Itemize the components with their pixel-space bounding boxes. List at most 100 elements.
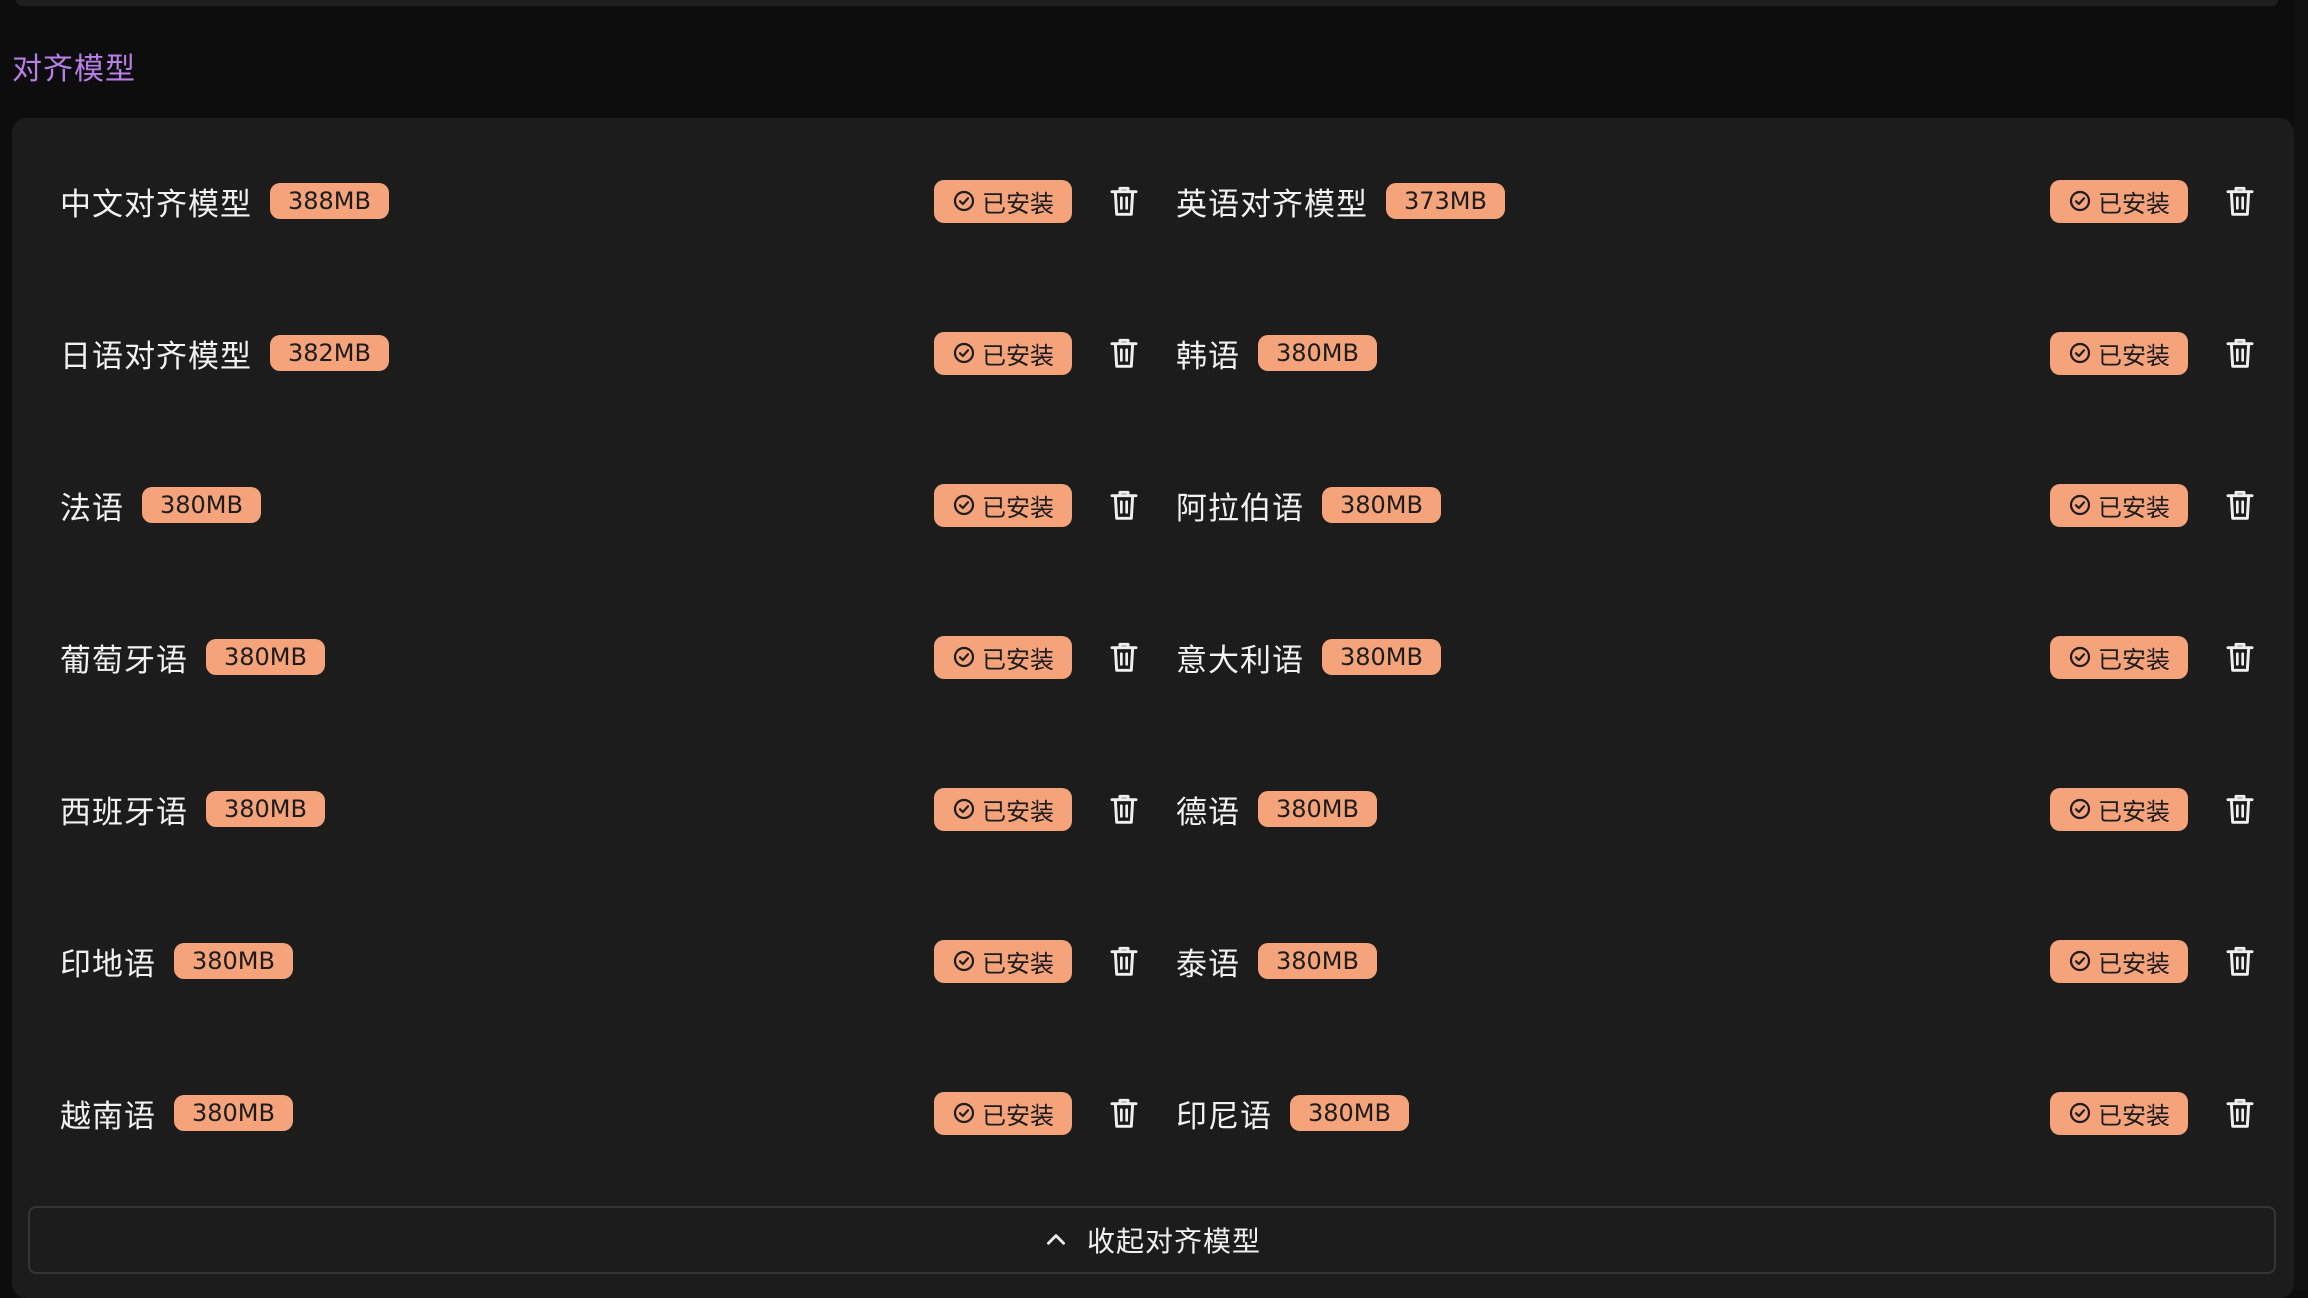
model-name: 中文对齐模型 <box>60 186 252 223</box>
check-circle-icon <box>953 494 975 516</box>
check-circle-icon <box>2069 798 2091 820</box>
model-size-badge: 380MB <box>142 487 261 523</box>
installed-status-badge: 已安装 <box>2050 939 2188 983</box>
model-row-7: 意大利语 380MB 已安装 <box>1176 624 2256 776</box>
previous-section-edge <box>16 0 2278 6</box>
installed-status-label: 已安装 <box>2098 341 2170 370</box>
model-name: 德语 <box>1176 794 1240 831</box>
installed-status-label: 已安装 <box>982 341 1054 370</box>
check-circle-icon <box>2069 190 2091 212</box>
installed-status-label: 已安装 <box>982 189 1054 218</box>
model-name: 意大利语 <box>1176 642 1304 679</box>
model-size-badge: 380MB <box>206 639 325 675</box>
model-row-1: 英语对齐模型 373MB 已安装 <box>1176 168 2256 320</box>
installed-status-label: 已安装 <box>2098 645 2170 674</box>
delete-model-trash-icon[interactable] <box>1108 183 1140 219</box>
model-row-8: 西班牙语 380MB 已安装 <box>60 776 1140 928</box>
installed-status-badge: 已安装 <box>934 331 1072 375</box>
model-name: 西班牙语 <box>60 794 188 831</box>
delete-model-trash-icon[interactable] <box>2224 943 2256 979</box>
check-circle-icon <box>953 798 975 820</box>
scrollbar[interactable] <box>2294 0 2308 1290</box>
installed-status-label: 已安装 <box>2098 493 2170 522</box>
installed-status-label: 已安装 <box>2098 949 2170 978</box>
delete-model-trash-icon[interactable] <box>2224 1095 2256 1131</box>
model-row-10: 印地语 380MB 已安装 <box>60 928 1140 1080</box>
check-circle-icon <box>2069 1102 2091 1124</box>
model-name: 日语对齐模型 <box>60 338 252 375</box>
check-circle-icon <box>953 342 975 364</box>
check-circle-icon <box>953 1102 975 1124</box>
installed-status-label: 已安装 <box>982 493 1054 522</box>
installed-status-label: 已安装 <box>2098 189 2170 218</box>
model-row-3: 韩语 380MB 已安装 <box>1176 320 2256 472</box>
installed-status-badge: 已安装 <box>2050 635 2188 679</box>
installed-status-label: 已安装 <box>982 645 1054 674</box>
models-grid: 中文对齐模型 388MB 已安装 英语对齐模型 373MB 已安装 日语对齐模型… <box>60 168 2256 1232</box>
installed-status-badge: 已安装 <box>2050 787 2188 831</box>
installed-status-badge: 已安装 <box>934 635 1072 679</box>
delete-model-trash-icon[interactable] <box>2224 639 2256 675</box>
model-row-9: 德语 380MB 已安装 <box>1176 776 2256 928</box>
model-row-6: 葡萄牙语 380MB 已安装 <box>60 624 1140 776</box>
delete-model-trash-icon[interactable] <box>1108 791 1140 827</box>
model-name: 法语 <box>60 490 124 527</box>
section-title: 对齐模型 <box>12 52 136 87</box>
model-size-badge: 380MB <box>206 791 325 827</box>
installed-status-label: 已安装 <box>2098 797 2170 826</box>
installed-status-badge: 已安装 <box>934 939 1072 983</box>
model-row-2: 日语对齐模型 382MB 已安装 <box>60 320 1140 472</box>
installed-status-badge: 已安装 <box>934 787 1072 831</box>
model-size-badge: 380MB <box>174 943 293 979</box>
model-row-0: 中文对齐模型 388MB 已安装 <box>60 168 1140 320</box>
model-row-4: 法语 380MB 已安装 <box>60 472 1140 624</box>
model-size-badge: 380MB <box>1290 1095 1409 1131</box>
model-name: 印地语 <box>60 946 156 983</box>
model-row-11: 泰语 380MB 已安装 <box>1176 928 2256 1080</box>
installed-status-badge: 已安装 <box>2050 179 2188 223</box>
installed-status-badge: 已安装 <box>934 1091 1072 1135</box>
installed-status-label: 已安装 <box>982 797 1054 826</box>
check-circle-icon <box>2069 494 2091 516</box>
delete-model-trash-icon[interactable] <box>2224 791 2256 827</box>
model-name: 韩语 <box>1176 338 1240 375</box>
delete-model-trash-icon[interactable] <box>1108 487 1140 523</box>
model-size-badge: 380MB <box>1322 487 1441 523</box>
check-circle-icon <box>953 190 975 212</box>
delete-model-trash-icon[interactable] <box>1108 1095 1140 1131</box>
installed-status-badge: 已安装 <box>934 483 1072 527</box>
model-size-badge: 380MB <box>1258 791 1377 827</box>
installed-status-badge: 已安装 <box>934 179 1072 223</box>
installed-status-badge: 已安装 <box>2050 331 2188 375</box>
delete-model-trash-icon[interactable] <box>1108 335 1140 371</box>
installed-status-label: 已安装 <box>982 949 1054 978</box>
model-name: 葡萄牙语 <box>60 642 188 679</box>
installed-status-label: 已安装 <box>2098 1101 2170 1130</box>
delete-model-trash-icon[interactable] <box>2224 335 2256 371</box>
installed-status-label: 已安装 <box>982 1101 1054 1130</box>
check-circle-icon <box>953 950 975 972</box>
model-name: 印尼语 <box>1176 1098 1272 1135</box>
check-circle-icon <box>2069 342 2091 364</box>
delete-model-trash-icon[interactable] <box>2224 487 2256 523</box>
model-size-badge: 373MB <box>1386 183 1505 219</box>
model-size-badge: 380MB <box>1322 639 1441 675</box>
check-circle-icon <box>953 646 975 668</box>
model-name: 泰语 <box>1176 946 1240 983</box>
check-circle-icon <box>2069 646 2091 668</box>
model-name: 阿拉伯语 <box>1176 490 1304 527</box>
check-circle-icon <box>2069 950 2091 972</box>
model-row-5: 阿拉伯语 380MB 已安装 <box>1176 472 2256 624</box>
chevron-up-icon <box>1046 1234 1065 1245</box>
alignment-models-panel: 中文对齐模型 388MB 已安装 英语对齐模型 373MB 已安装 日语对齐模型… <box>12 118 2294 1298</box>
delete-model-trash-icon[interactable] <box>1108 943 1140 979</box>
model-name: 英语对齐模型 <box>1176 186 1368 223</box>
delete-model-trash-icon[interactable] <box>1108 639 1140 675</box>
model-size-badge: 380MB <box>1258 335 1377 371</box>
collapse-button-label: 收起对齐模型 <box>1086 1225 1261 1258</box>
collapse-alignment-models-button[interactable]: 收起对齐模型 <box>28 1206 2276 1274</box>
delete-model-trash-icon[interactable] <box>2224 183 2256 219</box>
installed-status-badge: 已安装 <box>2050 1091 2188 1135</box>
model-size-badge: 382MB <box>270 335 389 371</box>
installed-status-badge: 已安装 <box>2050 483 2188 527</box>
